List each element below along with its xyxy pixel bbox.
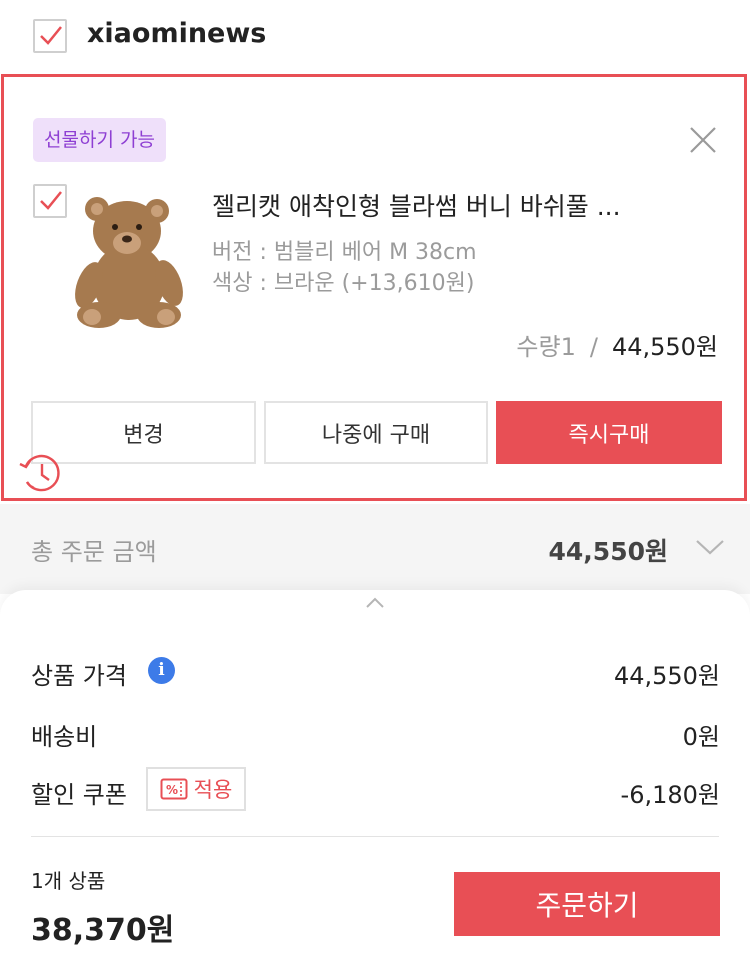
buy-now-button[interactable]: 즉시구매 <box>496 401 722 464</box>
option-color: 색상 : 브라운 (+13,610원) <box>212 271 475 296</box>
quantity-price-row: 수량1 / 44,550원 <box>516 327 718 362</box>
buy-later-button[interactable]: 나중에 구매 <box>264 401 488 464</box>
close-icon[interactable] <box>688 125 718 155</box>
place-order-button[interactable]: 주문하기 <box>454 872 720 936</box>
change-option-button[interactable]: 변경 <box>31 401 256 464</box>
coupon-icon: % <box>160 778 188 800</box>
chevron-down-icon[interactable] <box>694 537 726 557</box>
item-count: 1개 상품 <box>31 869 106 893</box>
apply-coupon-label: 적용 <box>193 778 233 802</box>
option-version: 버전 : 범블리 베어 M 38cm <box>212 240 477 265</box>
divider <box>31 836 719 837</box>
svg-text:%: % <box>166 783 178 797</box>
store-name: xiaominews <box>87 18 267 49</box>
final-amount: 38,370원 <box>31 913 175 948</box>
total-order-label: 총 주문 금액 <box>31 538 157 566</box>
store-checkbox[interactable] <box>33 19 67 53</box>
apply-coupon-button[interactable]: % 적용 <box>146 767 246 811</box>
shipping-fee-value: 0원 <box>682 723 720 751</box>
product-price-label: 상품 가격 <box>31 662 127 690</box>
product-image[interactable] <box>59 187 199 332</box>
history-icon[interactable] <box>17 450 63 496</box>
gift-available-badge: 선물하기 가능 <box>33 118 166 162</box>
separator: / <box>589 333 598 361</box>
total-order-bar[interactable]: 총 주문 금액 44,550원 <box>0 504 750 594</box>
quantity-label: 수량1 <box>516 333 576 361</box>
product-price-value: 44,550원 <box>613 662 720 690</box>
discount-coupon-label: 할인 쿠폰 <box>31 781 127 809</box>
product-name[interactable]: 젤리캣 애착인형 블라썸 버니 바쉬풀 ... <box>212 187 621 223</box>
total-order-amount: 44,550원 <box>548 537 668 566</box>
item-price: 44,550원 <box>611 333 718 361</box>
info-icon[interactable]: i <box>148 657 175 684</box>
shipping-fee-label: 배송비 <box>31 723 98 751</box>
discount-coupon-value: -6,180원 <box>620 781 720 809</box>
cart-item-card: 선물하기 가능 젤리캣 애착인형 블라썸 버니 바쉬풀 ... 버전: 범블리… <box>1 74 747 501</box>
order-summary-sheet: 상품 가격 i 44,550원 배송비 0원 할인 쿠폰 % 적용 -6,180… <box>0 590 750 966</box>
chevron-up-icon[interactable] <box>364 596 386 610</box>
